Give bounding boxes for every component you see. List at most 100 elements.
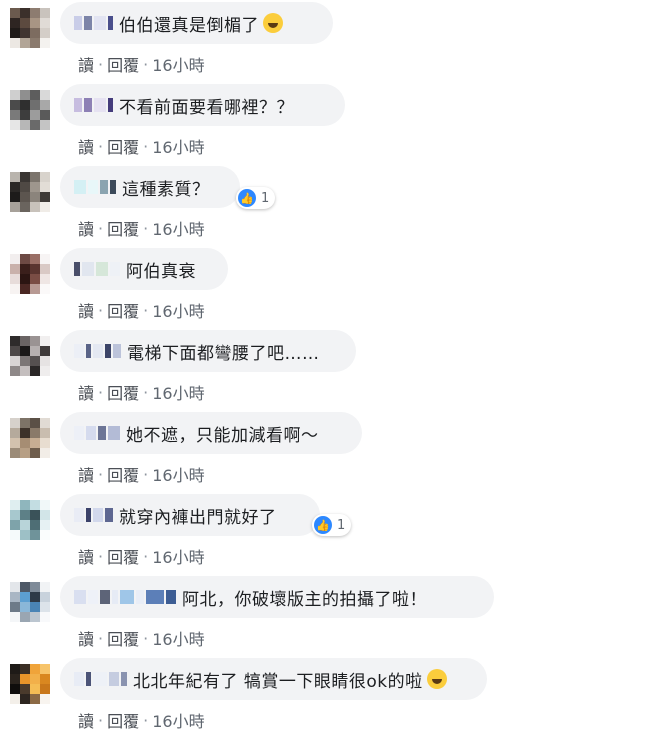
commenter-name[interactable] xyxy=(74,344,121,358)
timestamp[interactable]: 16小時 xyxy=(152,216,204,240)
avatar[interactable] xyxy=(10,254,50,294)
comment-text: 她不遮，只能加減看啊～ xyxy=(126,425,319,446)
separator: · xyxy=(98,628,104,648)
read-link[interactable]: 讀 xyxy=(78,708,94,732)
timestamp[interactable]: 16小時 xyxy=(152,462,204,486)
avatar[interactable] xyxy=(10,582,50,622)
comment-actions: 讀 · 回覆 · 16小時 xyxy=(78,216,205,240)
comment-text: 阿北，你破壞版主的拍攝了啦！ xyxy=(182,589,427,610)
comment-actions: 讀 · 回覆 · 16小時 xyxy=(78,708,205,732)
timestamp[interactable]: 16小時 xyxy=(152,134,204,158)
comment-text: 不看前面要看哪裡？？ xyxy=(119,97,294,118)
reaction-count: 1 xyxy=(337,517,346,533)
reply-link[interactable]: 回覆 xyxy=(107,380,139,404)
read-link[interactable]: 讀 xyxy=(78,380,94,404)
commenter-name[interactable] xyxy=(74,508,113,522)
reply-link[interactable]: 回覆 xyxy=(107,216,139,240)
reaction-count: 1 xyxy=(261,190,270,206)
reply-link[interactable]: 回覆 xyxy=(107,462,139,486)
reaction-badge[interactable]: 👍 1 xyxy=(236,187,276,209)
separator: · xyxy=(143,218,149,238)
comment-bubble: 伯伯還真是倒楣了 xyxy=(60,2,333,44)
comment-item: 阿北，你破壞版主的拍攝了啦！ 讀 · 回覆 · 16小時 xyxy=(0,574,646,656)
commenter-name[interactable] xyxy=(74,262,120,276)
comment-item: 她不遮，只能加減看啊～ 讀 · 回覆 · 16小時 xyxy=(0,410,646,492)
avatar[interactable] xyxy=(10,8,50,48)
like-icon: 👍 xyxy=(314,516,332,534)
grinning-sweat-emoji xyxy=(263,13,283,33)
separator: · xyxy=(98,464,104,484)
comment-bubble: 阿北，你破壞版主的拍攝了啦！ xyxy=(60,576,494,618)
timestamp[interactable]: 16小時 xyxy=(152,298,204,322)
reply-link[interactable]: 回覆 xyxy=(107,134,139,158)
read-link[interactable]: 讀 xyxy=(78,544,94,568)
timestamp[interactable]: 16小時 xyxy=(152,544,204,568)
separator: · xyxy=(143,628,149,648)
comment-item: 電梯下面都彎腰了吧…… 讀 · 回覆 · 16小時 xyxy=(0,328,646,410)
comment-text: 電梯下面都彎腰了吧…… xyxy=(127,343,320,364)
comment-text: 就穿內褲出門就好了 xyxy=(119,507,277,528)
commenter-name[interactable] xyxy=(74,16,113,30)
comment-item: 阿伯真衰 讀 · 回覆 · 16小時 xyxy=(0,246,646,328)
commenter-name[interactable] xyxy=(74,590,176,604)
avatar[interactable] xyxy=(10,500,50,540)
reply-link[interactable]: 回覆 xyxy=(107,708,139,732)
timestamp[interactable]: 16小時 xyxy=(152,380,204,404)
separator: · xyxy=(98,300,104,320)
separator: · xyxy=(143,710,149,730)
reply-link[interactable]: 回覆 xyxy=(107,298,139,322)
timestamp[interactable]: 16小時 xyxy=(152,52,204,76)
rofl-emoji xyxy=(426,669,447,689)
separator: · xyxy=(143,300,149,320)
commenter-name[interactable] xyxy=(74,180,116,194)
separator: · xyxy=(143,464,149,484)
reply-link[interactable]: 回覆 xyxy=(107,626,139,650)
comment-bubble: 阿伯真衰 xyxy=(60,248,228,290)
comment-item: 就穿內褲出門就好了 👍 1 讀 · 回覆 · 16小時 xyxy=(0,492,646,574)
avatar[interactable] xyxy=(10,664,50,704)
read-link[interactable]: 讀 xyxy=(78,298,94,322)
timestamp[interactable]: 16小時 xyxy=(152,708,204,732)
separator: · xyxy=(143,546,149,566)
comment-actions: 讀 · 回覆 · 16小時 xyxy=(78,626,205,650)
separator: · xyxy=(143,136,149,156)
read-link[interactable]: 讀 xyxy=(78,626,94,650)
reaction-badge[interactable]: 👍 1 xyxy=(312,514,352,536)
comment-bubble: 就穿內褲出門就好了 xyxy=(60,494,320,536)
avatar[interactable] xyxy=(10,172,50,212)
commenter-name[interactable] xyxy=(74,672,127,686)
comment-text: 這種素質？ xyxy=(122,179,210,200)
comment-actions: 讀 · 回覆 · 16小時 xyxy=(78,52,205,76)
reply-link[interactable]: 回覆 xyxy=(107,52,139,76)
commenter-name[interactable] xyxy=(74,98,113,112)
commenter-name[interactable] xyxy=(74,426,120,440)
comment-bubble: 這種素質？ xyxy=(60,166,240,208)
comment-actions: 讀 · 回覆 · 16小時 xyxy=(78,134,205,158)
comment-actions: 讀 · 回覆 · 16小時 xyxy=(78,462,205,486)
comment-item: 不看前面要看哪裡？？ 讀 · 回覆 · 16小時 xyxy=(0,82,646,164)
read-link[interactable]: 讀 xyxy=(78,216,94,240)
comment-item: 伯伯還真是倒楣了 讀 · 回覆 · 16小時 xyxy=(0,0,646,82)
read-link[interactable]: 讀 xyxy=(78,462,94,486)
timestamp[interactable]: 16小時 xyxy=(152,626,204,650)
like-icon: 👍 xyxy=(238,189,256,207)
comment-bubble: 電梯下面都彎腰了吧…… xyxy=(60,330,356,372)
avatar[interactable] xyxy=(10,418,50,458)
comment-actions: 讀 · 回覆 · 16小時 xyxy=(78,544,205,568)
comment-bubble: 她不遮，只能加減看啊～ xyxy=(60,412,362,454)
comment-item: 這種素質？ 👍 1 讀 · 回覆 · 16小時 xyxy=(0,164,646,246)
read-link[interactable]: 讀 xyxy=(78,52,94,76)
separator: · xyxy=(98,54,104,74)
comment-text: 伯伯還真是倒楣了 xyxy=(119,15,259,36)
comment-actions: 讀 · 回覆 · 16小時 xyxy=(78,298,205,322)
separator: · xyxy=(98,136,104,156)
separator: · xyxy=(98,710,104,730)
comment-actions: 讀 · 回覆 · 16小時 xyxy=(78,380,205,404)
separator: · xyxy=(98,218,104,238)
comment-item: 北北年紀有了 犒賞一下眼睛很ok的啦 讀 · 回覆 · 16小時 xyxy=(0,656,646,738)
comment-text: 阿伯真衰 xyxy=(126,261,196,282)
read-link[interactable]: 讀 xyxy=(78,134,94,158)
reply-link[interactable]: 回覆 xyxy=(107,544,139,568)
avatar[interactable] xyxy=(10,90,50,130)
avatar[interactable] xyxy=(10,336,50,376)
